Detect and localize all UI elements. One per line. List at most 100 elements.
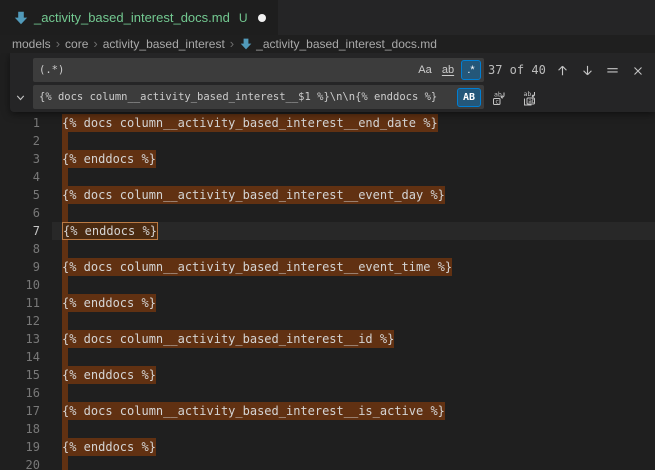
editor-line-5[interactable]: 5 {% docs column__activity_based_interest… xyxy=(0,186,655,204)
svg-text:c: c xyxy=(495,98,499,105)
editor-line-8[interactable]: 8 xyxy=(0,240,655,258)
tab-bar: _activity_based_interest_docs.md U xyxy=(0,0,655,35)
editor-line-2[interactable]: 2 xyxy=(0,132,655,150)
tab-title: _activity_based_interest_docs.md xyxy=(34,10,230,25)
chevron-down-icon xyxy=(14,91,27,104)
line-content xyxy=(62,240,68,258)
replace-all-button[interactable]: ab ab xyxy=(518,87,539,108)
close-icon xyxy=(631,64,645,78)
vscode-window: _activity_based_interest_docs.md U model… xyxy=(0,0,655,470)
replace-icon: ab c xyxy=(491,90,507,106)
current-find-match: {% enddocs %} xyxy=(62,222,158,240)
line-content: {% enddocs %} xyxy=(62,294,156,312)
editor-line-14[interactable]: 14 xyxy=(0,348,655,366)
editor-line-9[interactable]: 9{% docs column__activity_based_interest… xyxy=(0,258,655,276)
breadcrumb-item-models[interactable]: models xyxy=(12,37,51,51)
line-content xyxy=(62,384,68,402)
line-number: 2 xyxy=(0,132,40,150)
find-match-highlight xyxy=(62,132,68,150)
replace-buttons: ab c ab ab xyxy=(488,87,539,108)
editor-line-6[interactable]: 6 xyxy=(0,204,655,222)
line-content: {% enddocs %} xyxy=(62,222,158,240)
line-content xyxy=(62,348,68,366)
line-number: 3 xyxy=(0,150,40,168)
editor[interactable]: 1{% docs column__activity_based_interest… xyxy=(0,53,655,470)
editor-line-13[interactable]: 13 {% docs column__activity_based_interes… xyxy=(0,330,655,348)
find-match-highlight xyxy=(62,348,68,366)
preserve-case-button[interactable]: AB xyxy=(457,88,481,107)
editor-line-16[interactable]: 16 xyxy=(0,384,655,402)
editor-line-7[interactable]: 7 {% enddocs %} xyxy=(0,222,655,240)
whole-word-button[interactable]: ab xyxy=(438,60,458,80)
markdown-icon xyxy=(240,38,252,50)
editor-line-15[interactable]: 15 {% enddocs %} xyxy=(0,366,655,384)
line-content xyxy=(62,204,68,222)
line-number: 12 xyxy=(0,312,40,330)
find-input[interactable] xyxy=(33,58,415,82)
find-options: Aa ab .* xyxy=(415,60,484,80)
find-match-highlight xyxy=(62,204,68,222)
arrow-up-icon xyxy=(555,63,570,78)
line-content: {% enddocs %} xyxy=(62,438,156,456)
svg-text:ab: ab xyxy=(523,90,531,98)
editor-line-1[interactable]: 1{% docs column__activity_based_interest… xyxy=(0,114,655,132)
breadcrumb-item-file[interactable]: _activity_based_interest_docs.md xyxy=(256,37,437,51)
find-nav-buttons xyxy=(552,60,648,81)
editor-line-4[interactable]: 4 xyxy=(0,168,655,186)
svg-text:ab: ab xyxy=(528,98,536,105)
editor-line-10[interactable]: 10 xyxy=(0,276,655,294)
find-match-highlight: {% docs column__activity_based_interest_… xyxy=(62,330,394,348)
line-number: 13 xyxy=(0,330,40,348)
line-content xyxy=(62,168,68,186)
editor-line-19[interactable]: 19{% enddocs %} xyxy=(0,438,655,456)
find-match-highlight xyxy=(62,168,68,186)
replace-all-icon: ab ab xyxy=(521,90,537,106)
arrow-down-icon xyxy=(580,63,595,78)
match-case-button[interactable]: Aa xyxy=(415,60,435,80)
replace-button[interactable]: ab c xyxy=(488,87,509,108)
line-number: 10 xyxy=(0,276,40,294)
line-number: 4 xyxy=(0,168,40,186)
find-match-highlight xyxy=(62,240,68,258)
editor-line-11[interactable]: 11 {% enddocs %} xyxy=(0,294,655,312)
line-content: {% docs column__activity_based_interest_… xyxy=(62,258,452,276)
breadcrumb: models › core › activity_based_interest … xyxy=(0,35,655,53)
line-number: 18 xyxy=(0,420,40,438)
dirty-indicator-icon[interactable] xyxy=(258,14,266,22)
tab-activity-docs[interactable]: _activity_based_interest_docs.md U xyxy=(0,0,278,35)
breadcrumb-item-core[interactable]: core xyxy=(65,37,88,51)
line-content: {% docs column__activity_based_interest_… xyxy=(62,186,445,204)
replace-inputbox: AB xyxy=(33,85,484,109)
regex-button[interactable]: .* xyxy=(461,60,481,80)
editor-line-12[interactable]: 12 xyxy=(0,312,655,330)
editor-line-18[interactable]: 18 xyxy=(0,420,655,438)
find-match-highlight xyxy=(62,384,68,402)
chevron-right-icon: › xyxy=(230,37,234,51)
breadcrumb-item-folder[interactable]: activity_based_interest xyxy=(103,37,225,51)
line-number: 11 xyxy=(0,294,40,312)
find-match-highlight xyxy=(62,456,68,470)
markdown-icon xyxy=(14,11,28,25)
editor-line-17[interactable]: 17{% docs column__activity_based_interes… xyxy=(0,402,655,420)
line-number: 15 xyxy=(0,366,40,384)
close-find-button[interactable] xyxy=(627,60,648,81)
line-content xyxy=(62,132,68,150)
selection-lines-icon xyxy=(605,63,620,78)
line-number: 16 xyxy=(0,384,40,402)
find-match-highlight: {% enddocs %} xyxy=(62,366,156,384)
line-number: 7 xyxy=(0,222,40,240)
line-number: 8 xyxy=(0,240,40,258)
find-match-highlight: {% enddocs %} xyxy=(62,438,156,456)
editor-line-20[interactable]: 20 xyxy=(0,456,655,470)
find-in-selection-button[interactable] xyxy=(602,60,623,81)
svg-text:ab: ab xyxy=(494,90,502,98)
chevron-right-icon: › xyxy=(93,37,97,51)
editor-line-3[interactable]: 3{% enddocs %} xyxy=(0,150,655,168)
line-number: 5 xyxy=(0,186,40,204)
line-content xyxy=(62,420,68,438)
toggle-replace-button[interactable] xyxy=(11,86,29,108)
replace-input[interactable] xyxy=(33,85,457,109)
previous-match-button[interactable] xyxy=(552,60,573,81)
next-match-button[interactable] xyxy=(577,60,598,81)
line-number: 17 xyxy=(0,402,40,420)
